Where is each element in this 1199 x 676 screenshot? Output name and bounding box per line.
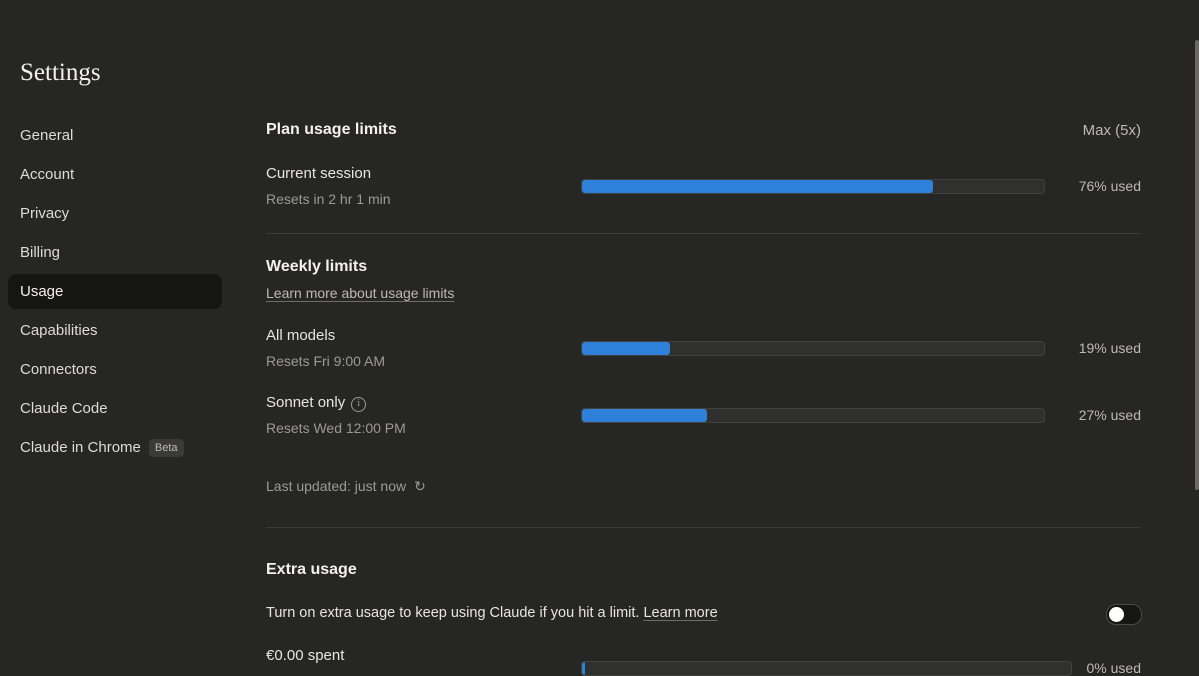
sidebar-item-label: Usage	[20, 283, 64, 300]
sidebar-item-label: General	[20, 127, 74, 144]
current-session-progress-bar	[581, 179, 1045, 194]
current-session-progress-fill	[582, 180, 934, 193]
refresh-icon[interactable]: ↻	[414, 478, 426, 495]
sonnet-only-reset: Resets Wed 12:00 PM	[266, 420, 406, 436]
settings-page: Settings General Account Privacy Billing…	[0, 0, 1199, 676]
sidebar-item-label: Privacy	[20, 205, 70, 222]
sidebar-item-account[interactable]: Account	[8, 157, 222, 192]
sonnet-only-progress-fill	[582, 409, 707, 422]
beta-badge: Beta	[148, 438, 184, 457]
extra-usage-learn-more-link[interactable]: Learn more	[643, 605, 717, 621]
current-session-reset: Resets in 2 hr 1 min	[266, 191, 391, 207]
usage-panel: Plan usage limits Max (5x) Current sessi…	[266, 0, 1142, 676]
plan-usage-title: Plan usage limits	[266, 121, 397, 138]
sonnet-only-row-label: Sonnet only i	[266, 394, 367, 412]
sidebar-item-claude-code[interactable]: Claude Code	[8, 391, 222, 426]
sidebar-item-label: Account	[20, 166, 75, 183]
divider	[266, 527, 1141, 528]
scrollbar-track[interactable]	[1195, 0, 1199, 676]
extra-usage-used: 0% used	[1086, 660, 1141, 676]
current-session-used: 76% used	[1078, 178, 1141, 194]
all-models-progress-bar	[581, 341, 1045, 356]
scrollbar-thumb[interactable]	[1195, 40, 1199, 490]
all-models-reset: Resets Fri 9:00 AM	[266, 353, 386, 369]
sidebar-item-label: Connectors	[20, 361, 97, 378]
sidebar-item-capabilities[interactable]: Capabilities	[8, 313, 222, 348]
sonnet-only-label: Sonnet only	[266, 394, 346, 411]
sidebar-item-claude-in-chrome[interactable]: Claude in Chrome Beta	[8, 430, 222, 465]
plan-name: Max (5x)	[1082, 122, 1141, 139]
extra-usage-toggle[interactable]	[1106, 604, 1142, 625]
sidebar-item-connectors[interactable]: Connectors	[8, 352, 222, 387]
extra-usage-progress-fill	[582, 662, 585, 675]
sidebar-item-label: Claude in Chrome	[20, 439, 141, 456]
sidebar-item-label: Billing	[20, 244, 61, 261]
weekly-limits-title: Weekly limits	[266, 258, 368, 275]
last-updated-text: Last updated: just now	[266, 478, 407, 494]
page-title: Settings	[20, 59, 101, 86]
sidebar-item-general[interactable]: General	[8, 118, 222, 153]
current-session-label: Current session	[266, 165, 372, 182]
extra-usage-spent: €0.00 spent	[266, 647, 345, 664]
divider	[266, 233, 1141, 234]
all-models-used: 19% used	[1078, 340, 1141, 356]
settings-sidebar: General Account Privacy Billing Usage Ca…	[8, 118, 222, 469]
sidebar-item-billing[interactable]: Billing	[8, 235, 222, 270]
sonnet-only-used: 27% used	[1078, 407, 1141, 423]
extra-usage-title: Extra usage	[266, 561, 357, 578]
extra-usage-description: Turn on extra usage to keep using Claude…	[266, 605, 640, 621]
extra-usage-progress-bar	[581, 661, 1072, 676]
sidebar-item-privacy[interactable]: Privacy	[8, 196, 222, 231]
info-icon[interactable]: i	[351, 397, 367, 412]
sidebar-item-usage[interactable]: Usage	[8, 274, 222, 309]
sidebar-item-label: Claude Code	[20, 400, 108, 417]
learn-more-usage-limits-link[interactable]: Learn more about usage limits	[266, 285, 454, 301]
sonnet-only-progress-bar	[581, 408, 1045, 423]
extra-usage-description-row: Turn on extra usage to keep using Claude…	[266, 605, 718, 621]
sidebar-item-label: Capabilities	[20, 322, 98, 339]
all-models-progress-fill	[582, 342, 670, 355]
last-updated-row: Last updated: just now ↻	[266, 478, 426, 495]
toggle-knob	[1109, 607, 1124, 622]
all-models-label: All models	[266, 327, 336, 344]
